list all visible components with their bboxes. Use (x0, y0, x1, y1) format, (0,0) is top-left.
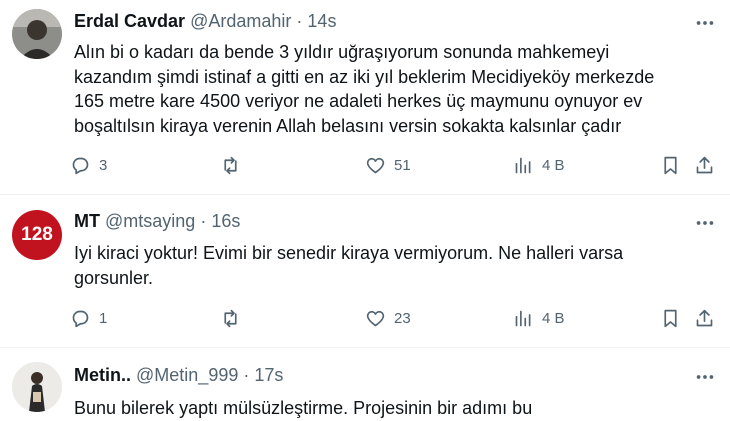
tweet-header: MT @mtsaying · 16s (74, 211, 240, 232)
repost-button[interactable] (220, 155, 241, 176)
tweet-text: Alın bi o kadarı da bende 3 yıldır uğraş… (74, 40, 714, 138)
author-handle[interactable]: @mtsaying (105, 211, 195, 231)
text-line: gorsunler. (74, 267, 154, 288)
reply-icon (72, 157, 89, 175)
reply-button[interactable]: 3 (70, 155, 107, 176)
tweet-text: Iyi kiraci yoktur! Evimi bir senedir kir… (74, 241, 714, 290)
tweet-header: Erdal Cavdar @Ardamahir · 14s (74, 11, 336, 32)
separator-dot: · (200, 211, 207, 231)
text-line: kazandım şimdi istinaf a gitti en az iki… (74, 66, 655, 87)
text-line: Iyi kiraci yoktur! Evimi bir senedir kir… (74, 243, 624, 263)
text-line: Alın bi o kadarı da bende 3 yıldır uğraş… (74, 42, 610, 62)
views-button[interactable]: 4 B (513, 308, 565, 329)
timestamp[interactable]: 17s (254, 365, 283, 385)
avatar[interactable] (12, 9, 62, 59)
more-icon[interactable] (694, 212, 716, 238)
views-count: 4 B (542, 310, 565, 327)
like-count: 23 (394, 310, 411, 327)
tweet[interactable]: 128 MT @mtsaying · 16s Iyi kiraci yoktur… (0, 195, 730, 348)
bookmark-icon (664, 156, 677, 175)
timestamp[interactable]: 16s (211, 211, 240, 231)
bookmark-button[interactable] (660, 155, 681, 176)
like-button[interactable]: 51 (365, 155, 411, 176)
views-icon (515, 157, 531, 174)
heart-icon (366, 157, 385, 174)
reply-count: 3 (99, 157, 108, 174)
author-handle[interactable]: @Ardamahir (190, 11, 291, 31)
like-count: 51 (394, 157, 411, 174)
author-name[interactable]: Metin.. (74, 365, 131, 385)
author-name[interactable]: Erdal Cavdar (74, 11, 185, 31)
author-name[interactable]: MT (74, 211, 100, 231)
views-button[interactable]: 4 B (513, 155, 565, 176)
text-line: Bunu bilerek yaptı mülsüzleştirme. Proje… (74, 398, 533, 418)
repost-icon (224, 156, 237, 175)
heart-icon (366, 310, 385, 327)
reply-icon (72, 310, 89, 328)
more-icon[interactable] (694, 12, 716, 38)
separator-dot: · (243, 365, 250, 385)
text-line: boşaltılsın kiraya verenin Allah belasın… (74, 115, 622, 136)
avatar[interactable]: 128 (12, 210, 62, 260)
share-button[interactable] (694, 155, 715, 176)
action-bar: 1 23 4 B (70, 308, 720, 334)
repost-icon (224, 309, 237, 328)
avatar[interactable] (12, 362, 62, 412)
reply-count: 1 (99, 310, 108, 327)
views-count: 4 B (542, 157, 565, 174)
tweet[interactable]: Metin.. @Metin_999 · 17s Bunu bilerek ya… (0, 348, 730, 420)
action-bar: 3 51 4 B (70, 155, 720, 181)
timestamp[interactable]: 14s (307, 11, 336, 31)
tweet-header: Metin.. @Metin_999 · 17s (74, 365, 283, 386)
author-handle[interactable]: @Metin_999 (136, 365, 238, 385)
like-button[interactable]: 23 (365, 308, 411, 329)
share-icon (696, 156, 713, 174)
views-icon (515, 310, 531, 327)
bookmark-icon (664, 309, 677, 328)
repost-button[interactable] (220, 308, 241, 329)
more-icon[interactable] (694, 366, 716, 392)
reply-button[interactable]: 1 (70, 308, 107, 329)
tweet[interactable]: Erdal Cavdar @Ardamahir · 14s Alın bi o … (0, 0, 730, 195)
share-button[interactable] (694, 308, 715, 329)
separator-dot: · (296, 11, 303, 31)
bookmark-button[interactable] (660, 308, 681, 329)
avatar-badge-text: 128 (21, 224, 53, 245)
tweet-text: Bunu bilerek yaptı mülsüzleştirme. Proje… (74, 396, 714, 421)
share-icon (696, 309, 713, 327)
text-line: 165 metre kare 4500 veriyor ne adaleti h… (74, 91, 643, 111)
